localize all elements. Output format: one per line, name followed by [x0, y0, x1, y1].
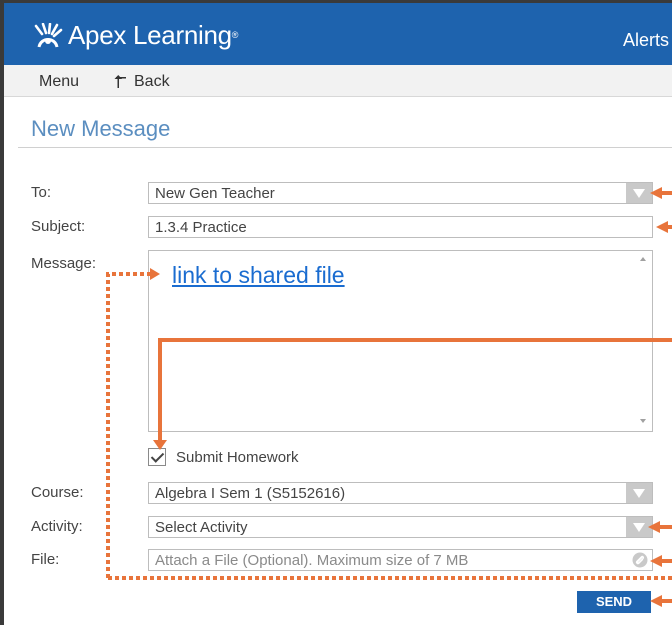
page-title: New Message	[31, 116, 171, 141]
alerts-link[interactable]: Alerts	[623, 30, 669, 51]
submit-homework-checkbox[interactable]	[148, 448, 166, 466]
title-divider	[18, 147, 672, 148]
to-select[interactable]: New Gen Teacher	[148, 182, 653, 204]
back-button[interactable]: Back	[114, 73, 170, 91]
file-label: File:	[31, 551, 60, 568]
trademark-mark: ®	[231, 30, 239, 40]
activity-label: Activity:	[31, 518, 83, 535]
activity-select[interactable]: Select Activity	[148, 516, 653, 538]
paperclip-icon[interactable]	[632, 552, 648, 568]
activity-value: Select Activity	[155, 519, 248, 536]
send-button[interactable]: SEND	[577, 591, 651, 613]
apex-logo-icon	[33, 23, 63, 49]
file-input[interactable]: Attach a File (Optional). Maximum size o…	[148, 549, 653, 571]
back-arrow-icon	[114, 75, 126, 88]
subject-input[interactable]: 1.3.4 Practice	[148, 216, 653, 238]
file-placeholder: Attach a File (Optional). Maximum size o…	[155, 552, 469, 569]
brand-name[interactable]: Apex Learning®	[68, 21, 238, 49]
to-label: To:	[31, 184, 52, 201]
menu-button[interactable]: Menu	[39, 73, 79, 91]
course-label: Course:	[31, 484, 84, 501]
nav-bar: Menu Back	[4, 65, 672, 97]
submit-homework-label: Submit Homework	[176, 448, 299, 466]
top-header: Apex Learning® Alerts	[4, 3, 672, 65]
triangle-down-icon	[626, 483, 652, 503]
back-label: Back	[134, 73, 170, 90]
scroll-down-icon[interactable]	[640, 419, 646, 423]
submit-homework-row[interactable]: Submit Homework	[148, 448, 299, 466]
subject-value: 1.3.4 Practice	[155, 219, 247, 236]
message-label: Message:	[31, 255, 97, 272]
triangle-down-icon	[626, 517, 652, 537]
course-value: Algebra I Sem 1 (S5152616)	[155, 485, 346, 502]
scroll-up-icon[interactable]	[640, 257, 646, 261]
to-value: New Gen Teacher	[155, 185, 275, 202]
triangle-down-icon	[626, 183, 652, 203]
shared-file-link[interactable]: link to shared file	[172, 262, 345, 289]
subject-label: Subject:	[31, 218, 86, 235]
course-select[interactable]: Algebra I Sem 1 (S5152616)	[148, 482, 653, 504]
